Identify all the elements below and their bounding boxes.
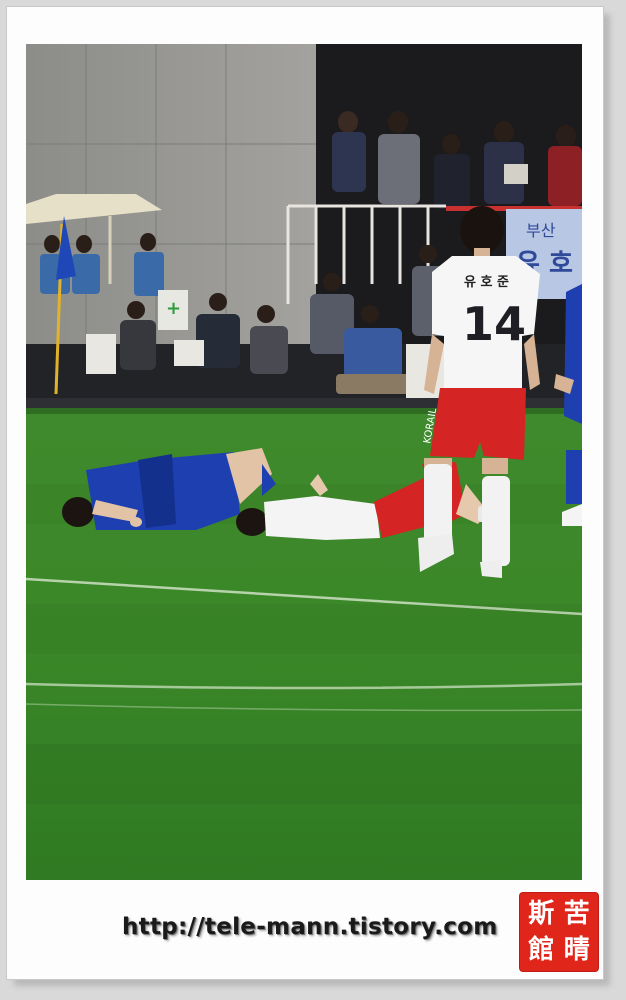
svg-text:+: +: [166, 298, 181, 319]
svg-text:부산: 부산: [526, 221, 556, 240]
left-sock: [424, 464, 452, 544]
seal-char: 晴: [563, 934, 590, 965]
football-photo: 부산 유 호 + 유 호 준 14 KORAIL: [26, 44, 582, 880]
right-sock: [482, 476, 510, 566]
watermark-url: http://tele-mann.tistory.com: [122, 914, 498, 940]
jersey-number: 14: [462, 297, 526, 351]
svg-text:유 호 준: 유 호 준: [464, 275, 509, 290]
seal-char: 斯: [528, 899, 555, 929]
seal-char: 苦: [563, 899, 590, 929]
red-seal-stamp: 斯 苦 館 晴: [520, 893, 598, 971]
seal-char: 館: [528, 934, 555, 965]
